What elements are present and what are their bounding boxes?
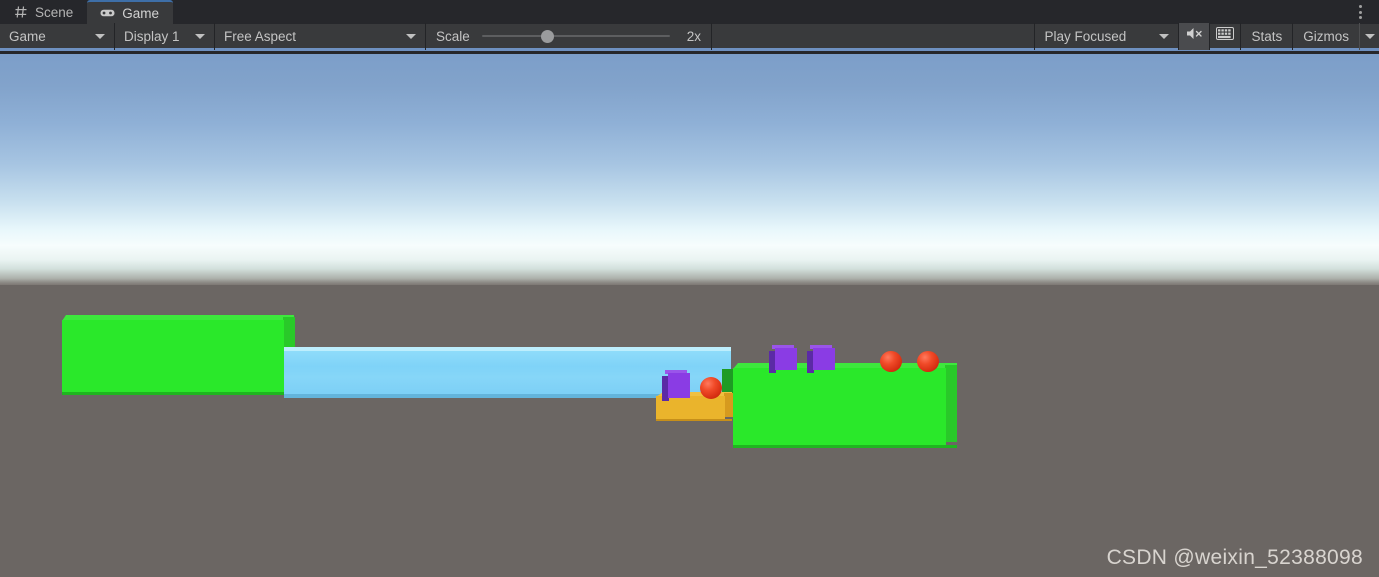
right-green-platform-side: [945, 365, 957, 442]
stats-button[interactable]: Stats: [1241, 22, 1294, 50]
aspect-ratio-dropdown[interactable]: Free Aspect: [215, 22, 426, 50]
chevron-down-icon: [195, 33, 205, 39]
gizmos-button[interactable]: Gizmos: [1293, 23, 1359, 50]
aspect-ratio-dropdown-label: Free Aspect: [224, 28, 297, 44]
gamepad-icon: [100, 6, 115, 21]
orange-platform-side: [724, 393, 733, 417]
red-sphere-2: [880, 351, 902, 372]
stats-grid-button[interactable]: [1210, 22, 1242, 50]
tab-scene[interactable]: Scene: [0, 0, 87, 24]
tab-game-label: Game: [122, 5, 160, 21]
purple-cube-2: [769, 345, 797, 373]
right-green-platform: [733, 368, 946, 446]
tab-bar: Scene Game: [0, 0, 1379, 24]
game-view-toolbar: Game Display 1 Free Aspect Scale 2x Play…: [0, 22, 1379, 51]
display-dropdown-label: Display 1: [124, 28, 180, 44]
cube-front-face: [668, 373, 690, 398]
play-mode-dropdown[interactable]: Play Focused: [1034, 22, 1180, 50]
purple-cube-1: [662, 370, 690, 401]
chevron-down-icon: [1364, 33, 1375, 39]
keyboard-grid-icon: [1216, 27, 1235, 45]
right-green-platform-bottom: [733, 445, 957, 448]
scale-control: Scale 2x: [426, 22, 713, 50]
sky-background: [0, 54, 1379, 285]
unity-game-view-window: Scene Game Game Display 1 Free Aspect Sc…: [0, 0, 1379, 577]
display-dropdown[interactable]: Display 1: [115, 22, 215, 50]
grid-hash-icon: [13, 5, 28, 20]
scale-label: Scale: [436, 28, 470, 44]
game-target-dropdown[interactable]: Game: [0, 22, 115, 50]
gizmos-dropdown-button[interactable]: [1359, 22, 1379, 50]
purple-cube-3: [807, 345, 835, 373]
gizmos-button-label: Gizmos: [1303, 28, 1349, 44]
tab-scene-label: Scene: [35, 4, 74, 20]
tab-game[interactable]: Game: [87, 0, 174, 24]
scale-value: 2x: [686, 28, 702, 44]
cube-front-face: [813, 348, 835, 370]
red-sphere-3: [917, 351, 939, 372]
scale-slider[interactable]: [481, 30, 670, 43]
stats-button-label: Stats: [1251, 28, 1283, 44]
chevron-down-icon: [1159, 33, 1170, 39]
game-view-render-area[interactable]: CSDN @weixin_52388098: [0, 54, 1379, 577]
chevron-down-icon: [406, 33, 416, 39]
csdn-watermark: CSDN @weixin_52388098: [1106, 546, 1363, 569]
left-green-platform-bottom: [62, 392, 295, 395]
mute-audio-button[interactable]: [1179, 22, 1211, 50]
game-target-dropdown-label: Game: [9, 28, 46, 44]
mute-audio-icon: [1186, 26, 1203, 46]
horizon-haze: [0, 279, 1379, 293]
more-options-icon[interactable]: [1349, 0, 1371, 24]
chevron-down-icon: [95, 33, 105, 39]
red-sphere-1: [700, 377, 722, 399]
scale-slider-handle[interactable]: [541, 30, 555, 43]
left-green-platform: [62, 320, 284, 393]
cube-front-face: [775, 348, 797, 370]
orange-platform-bottom: [656, 419, 732, 421]
play-mode-dropdown-label: Play Focused: [1044, 28, 1127, 44]
